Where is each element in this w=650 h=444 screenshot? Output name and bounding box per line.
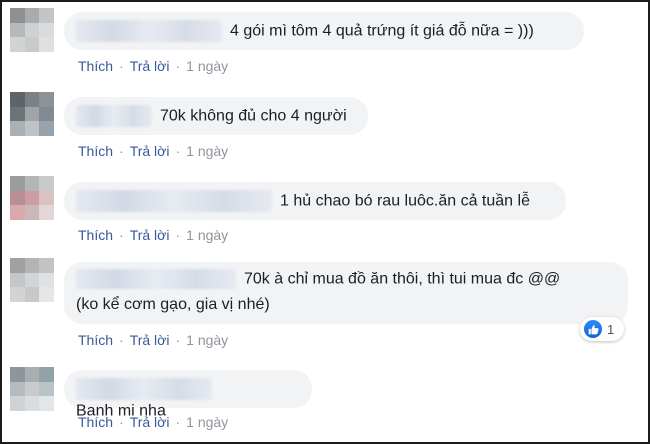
timestamp[interactable]: 1 ngày [186,143,228,159]
blurred-author-name[interactable] [76,20,222,42]
comment-actions: Thích · Trả lời · 1 ngày [78,414,228,430]
like-link[interactable]: Thích [78,58,113,74]
like-link[interactable]: Thích [78,143,113,159]
reply-link[interactable]: Trả lời [130,143,170,159]
blurred-author-name[interactable] [76,268,236,289]
comment-text: 70k không đủ cho 4 người [160,107,347,125]
separator: · [119,332,124,348]
separator: · [119,143,124,159]
blurred-avatar[interactable] [10,176,54,220]
like-link[interactable]: Thích [78,332,113,348]
comment-text-line-1: 70k à chỉ mua đồ ăn thôi, thì tui mua đc… [244,270,561,288]
separator: · [119,58,124,74]
reaction-count: 1 [607,321,615,337]
separator: · [175,58,181,74]
blurred-avatar[interactable] [10,8,54,52]
comment-bubble: Banh mi nha [64,370,312,419]
comment-text: 1 hủ chao bó rau luôc.ăn cả tuần lễ [280,192,530,210]
reply-link[interactable]: Trả lời [130,58,170,74]
timestamp[interactable]: 1 ngày [186,414,228,430]
separator: · [119,227,124,243]
timestamp[interactable]: 1 ngày [186,227,228,243]
comment-actions: Thích · Trả lời · 1 ngày [78,227,228,243]
comment-actions: Thích · Trả lời · 1 ngày [78,143,228,159]
blurred-author-name[interactable] [76,378,212,400]
blurred-author-name[interactable] [76,105,152,127]
separator: · [119,414,124,430]
blurred-avatar[interactable] [10,92,54,136]
reaction-summary[interactable]: 1 [580,317,624,341]
separator: · [175,332,181,348]
blurred-avatar[interactable] [10,258,54,302]
timestamp[interactable]: 1 ngày [186,58,228,74]
like-link[interactable]: Thích [78,414,113,430]
blurred-avatar[interactable] [10,367,54,411]
separator: · [175,227,181,243]
like-link[interactable]: Thích [78,227,113,243]
blurred-author-name[interactable] [76,190,272,212]
comment-bubble: 4 gói mì tôm 4 quả trứng ít giá đỗ nữa =… [64,12,584,50]
reply-link[interactable]: Trả lời [130,332,170,348]
comment-text-line-2: (ko kể cơm gạo, gia vị nhé) [76,296,270,314]
reply-link[interactable]: Trả lời [130,414,170,430]
timestamp[interactable]: 1 ngày [186,332,228,348]
comment-actions: Thích · Trả lời · 1 ngày [78,58,228,74]
comment-text: 4 gói mì tôm 4 quả trứng ít giá đỗ nữa =… [230,22,534,40]
comment-bubble: 70k không đủ cho 4 người [64,97,368,135]
comment-bubble: 70k à chỉ mua đồ ăn thôi, thì tui mua đc… [64,262,628,324]
separator: · [175,414,181,430]
reply-link[interactable]: Trả lời [130,227,170,243]
separator: · [175,143,181,159]
comment-actions: Thích · Trả lời · 1 ngày [78,332,228,348]
comment-bubble: 1 hủ chao bó rau luôc.ăn cả tuần lễ [64,182,566,220]
thumbs-up-icon [584,320,602,338]
